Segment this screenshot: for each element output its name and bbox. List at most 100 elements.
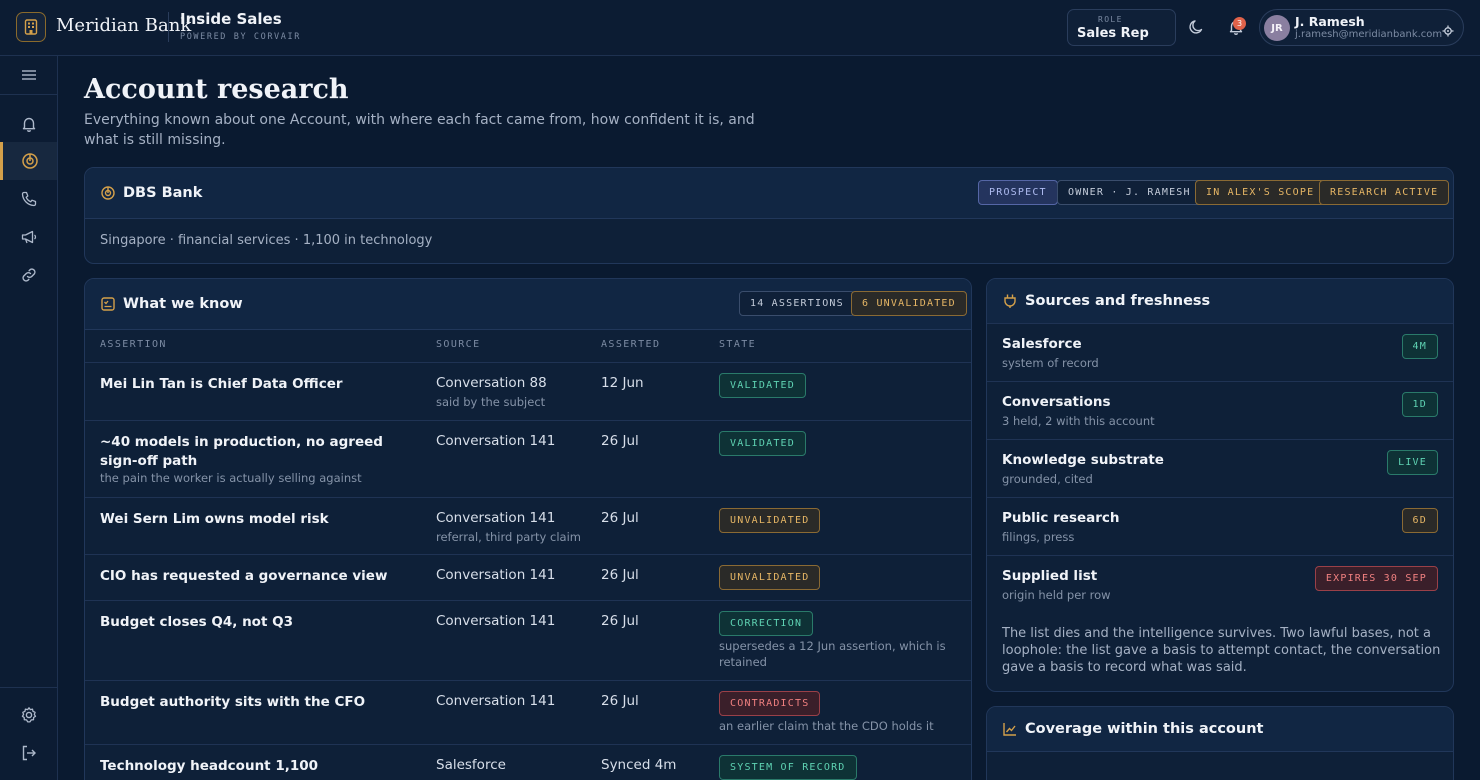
- target-icon: [22, 153, 38, 169]
- assertion-text: Technology headcount 1,100: [100, 758, 319, 774]
- source-description: system of record: [1002, 356, 1099, 370]
- source-description: 3 held, 2 with this account: [1002, 414, 1155, 428]
- bell-icon: [22, 117, 35, 132]
- sidebar-item-logout[interactable]: [0, 734, 57, 772]
- assertion-text: Wei Sern Lim owns model risk: [100, 511, 329, 527]
- notification-count-badge: 3: [1233, 17, 1246, 30]
- avatar: JR: [1264, 15, 1290, 41]
- source-description: origin held per row: [1002, 588, 1111, 602]
- target-icon: [100, 185, 116, 201]
- sidebar-divider: [0, 94, 57, 95]
- account-tag-scope: IN ALEX'S SCOPE: [1195, 180, 1326, 205]
- coverage-card: Coverage within this account: [986, 706, 1454, 780]
- source-item[interactable]: Supplied list origin held per row EXPIRE…: [987, 555, 1453, 613]
- source-name: Supplied list: [1002, 568, 1098, 584]
- role-selector[interactable]: ROLE Sales Rep: [1067, 9, 1176, 46]
- app-subtitle: POWERED BY CORVAIR: [180, 32, 301, 42]
- coverage-header: Coverage within this account: [987, 707, 1453, 752]
- app-title: Inside Sales: [180, 10, 282, 28]
- table-row[interactable]: Technology headcount 1,100 Salesforce Sy…: [85, 744, 971, 780]
- sources-header: Sources and freshness: [987, 279, 1453, 324]
- state-badge: CONTRADICTS: [719, 691, 821, 716]
- link-icon: [21, 268, 36, 282]
- column-header-source[interactable]: SOURCE: [436, 339, 481, 350]
- brand-name: Meridian Bank: [56, 15, 192, 36]
- coverage-title: Coverage within this account: [1025, 721, 1264, 737]
- source-item[interactable]: Knowledge substrate grounded, cited LIVE: [987, 439, 1453, 497]
- sidebar-item-calls[interactable]: [0, 180, 57, 218]
- assertion-text: Budget closes Q4, not Q3: [100, 614, 293, 630]
- assertion-text: Budget authority sits with the CFO: [100, 694, 366, 710]
- state-badge: SYSTEM OF RECORD: [719, 755, 857, 780]
- assertion-source: Conversation 141: [436, 693, 556, 709]
- sidebar-item-notifications[interactable]: [0, 105, 57, 143]
- phone-icon: [21, 191, 36, 207]
- assertion-text: ~40 models in production, no agreed sign…: [100, 434, 383, 469]
- settings-icon: [21, 707, 36, 723]
- assertion-source: Conversation 141: [436, 613, 556, 629]
- moon-icon[interactable]: [1188, 18, 1208, 38]
- assertion-source: Salesforce: [436, 757, 506, 773]
- user-email: j.ramesh@meridianbank.com: [1295, 29, 1443, 40]
- assertion-source: Conversation 141: [436, 510, 556, 526]
- sources-note: The list dies and the intelligence survi…: [1002, 626, 1441, 675]
- sidebar-item-campaigns[interactable]: [0, 218, 57, 256]
- state-badge: CORRECTION: [719, 611, 814, 636]
- table-row[interactable]: CIO has requested a governance view Conv…: [85, 554, 971, 600]
- account-card-header: DBS Bank PROSPECT OWNER · J. RAMESH IN A…: [85, 168, 1453, 219]
- freshness-badge: 6D: [1401, 508, 1438, 533]
- source-item[interactable]: Salesforce system of record 4M: [987, 323, 1453, 381]
- column-header-state[interactable]: STATE: [719, 339, 756, 350]
- account-tag-owner: OWNER · J. RAMESH: [1057, 180, 1202, 205]
- plug-icon: [1002, 293, 1018, 309]
- account-name: DBS Bank: [123, 185, 203, 201]
- source-item[interactable]: Public research filings, press 6D: [987, 497, 1453, 555]
- sidebar-item-account-research[interactable]: [0, 142, 57, 180]
- state-badge: VALIDATED: [719, 373, 806, 398]
- source-description: grounded, cited: [1002, 472, 1093, 486]
- page-description: Everything known about one Account, with…: [84, 112, 755, 148]
- state-badge: UNVALIDATED: [719, 508, 821, 533]
- column-header-asserted[interactable]: ASSERTED: [601, 339, 660, 350]
- sources-card: Sources and freshness Salesforce system …: [986, 278, 1454, 692]
- user-settings-icon[interactable]: [1442, 22, 1454, 37]
- source-item[interactable]: Conversations 3 held, 2 with this accoun…: [987, 381, 1453, 439]
- chart-icon: [1002, 721, 1018, 737]
- megaphone-icon: [21, 230, 36, 244]
- table-row[interactable]: Budget authority sits with the CFO Conve…: [85, 680, 971, 744]
- what-we-know-card: What we know 14 ASSERTIONS 6 UNVALIDATED…: [84, 278, 972, 780]
- assertion-source-note: said by the subject: [436, 395, 546, 409]
- source-name: Public research: [1002, 510, 1120, 526]
- table-row[interactable]: ~40 models in production, no agreed sign…: [85, 420, 971, 497]
- source-description: filings, press: [1002, 530, 1075, 544]
- account-card: DBS Bank PROSPECT OWNER · J. RAMESH IN A…: [84, 167, 1454, 264]
- source-name: Knowledge substrate: [1002, 452, 1164, 468]
- assertion-source-note: referral, third party claim: [436, 530, 581, 544]
- top-bar: Meridian Bank Inside Sales POWERED BY CO…: [0, 0, 1480, 56]
- assertion-date: Synced 4m: [601, 757, 677, 773]
- sidebar-item-settings[interactable]: [0, 696, 57, 734]
- column-header-assertion[interactable]: ASSERTION: [100, 339, 167, 350]
- account-tag-research: RESEARCH ACTIVE: [1319, 180, 1450, 205]
- account-meta: Singapore · financial services · 1,100 i…: [100, 233, 433, 248]
- page-title: Account research: [84, 74, 349, 105]
- sidebar-item-integrations[interactable]: [0, 256, 57, 294]
- bank-logo-icon[interactable]: [16, 12, 46, 42]
- freshness-badge: LIVE: [1387, 450, 1438, 475]
- freshness-badge: 4M: [1401, 334, 1438, 359]
- table-row[interactable]: Budget closes Q4, not Q3 Conversation 14…: [85, 600, 971, 680]
- account-tag-prospect: PROSPECT: [978, 180, 1058, 205]
- state-note: supersedes a 12 Jun assertion, which is …: [719, 639, 946, 669]
- menu-icon[interactable]: [0, 56, 57, 94]
- table-row[interactable]: Mei Lin Tan is Chief Data Officer Conver…: [85, 362, 971, 420]
- table-row[interactable]: Wei Sern Lim owns model risk Conversatio…: [85, 497, 971, 554]
- sidebar: [0, 56, 58, 780]
- source-name: Salesforce: [1002, 336, 1082, 352]
- unvalidated-count-tag: 6 UNVALIDATED: [851, 291, 967, 316]
- assertion-text: Mei Lin Tan is Chief Data Officer: [100, 376, 343, 392]
- user-menu[interactable]: JR J. Ramesh j.ramesh@meridianbank.com: [1259, 9, 1464, 46]
- user-name: J. Ramesh: [1295, 14, 1365, 29]
- source-name: Conversations: [1002, 394, 1111, 410]
- notes-icon: [100, 296, 116, 312]
- assertion-date: 12 Jun: [601, 375, 644, 391]
